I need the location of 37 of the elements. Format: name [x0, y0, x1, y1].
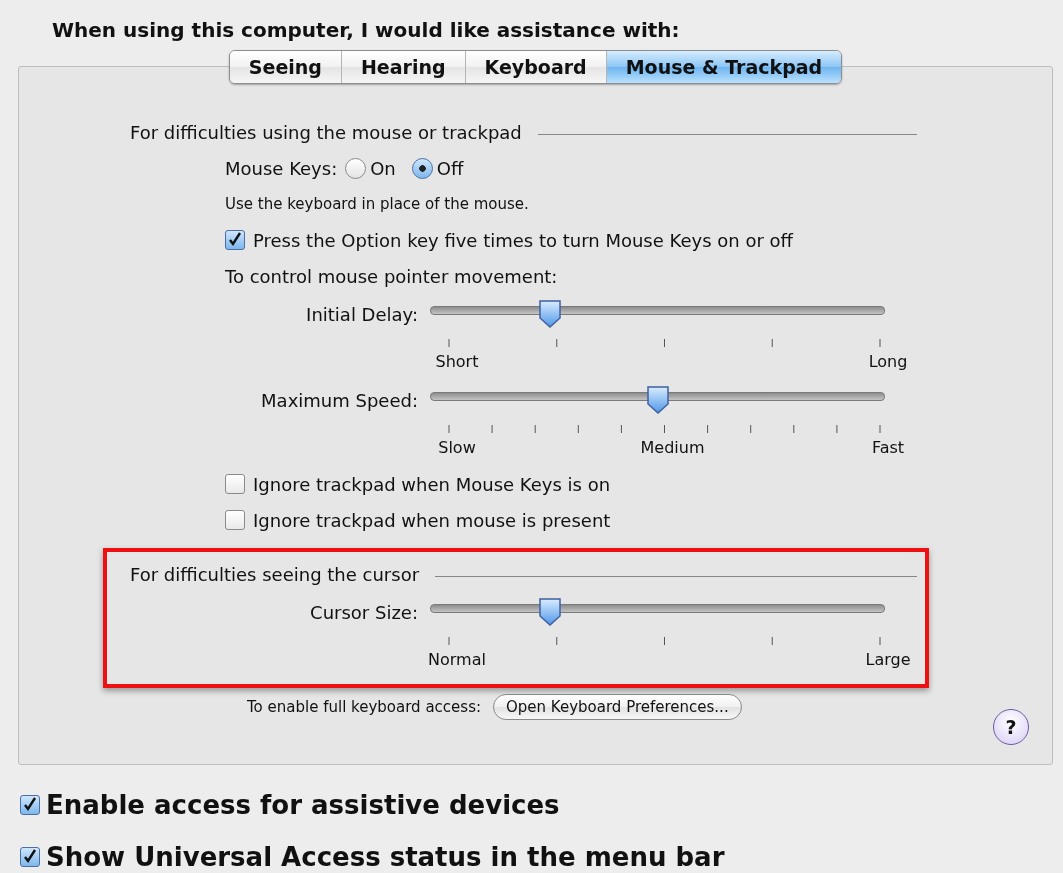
checkbox-label[interactable]: Ignore trackpad when mouse is present — [253, 509, 611, 531]
scale-label: Normal — [428, 650, 486, 669]
checkbox[interactable] — [225, 474, 245, 494]
checkbox[interactable] — [225, 230, 245, 250]
caption-text: To control mouse pointer movement: — [225, 265, 558, 287]
checkbox[interactable] — [20, 795, 40, 815]
option-label[interactable]: Show Universal Access status in the menu bar — [46, 842, 725, 872]
checkbox[interactable] — [20, 847, 40, 867]
scale-label: Short — [435, 352, 479, 371]
slider[interactable] — [430, 385, 885, 415]
scale-label: Fast — [871, 438, 905, 457]
section-title: For difficulties seeing the cursor — [130, 563, 420, 585]
section-title: For difficulties using the mouse or trackpad — [130, 121, 522, 143]
tab[interactable]: Hearing — [340, 51, 465, 83]
checkbox[interactable] — [225, 510, 245, 530]
radio-label[interactable]: On — [370, 157, 396, 179]
open-preferences-button[interactable]: Open Keyboard Preferences... — [493, 694, 742, 720]
scale-label: Long — [868, 352, 908, 371]
slider[interactable] — [430, 299, 885, 329]
slider-label: Maximum Speed: — [260, 389, 418, 411]
slider[interactable] — [430, 597, 885, 627]
scale-label: Large — [865, 650, 911, 669]
radio-label[interactable]: Off — [436, 157, 464, 179]
scale-label: Slow — [438, 438, 476, 457]
checkbox-label[interactable]: Press the Option key five times to turn Mouse Keys on or off — [253, 229, 793, 251]
option-label[interactable]: Enable access for assistive devices — [46, 790, 560, 820]
slider-label: Initial Delay: — [305, 303, 418, 325]
footer-label: To enable full keyboard access: — [247, 698, 481, 716]
checkbox-label[interactable]: Ignore trackpad when Mouse Keys is on — [253, 473, 611, 495]
tab[interactable]: Mouse & Trackpad — [605, 51, 842, 83]
slider-label: Cursor Size: — [309, 601, 418, 623]
tab[interactable]: Keyboard — [464, 51, 606, 83]
heading: When using this computer, I would like assistance with: — [51, 17, 681, 44]
hint-text: Use the keyboard in place of the mouse. — [225, 195, 529, 213]
radio-group-label: Mouse Keys: — [225, 157, 338, 179]
scale-label: Medium — [640, 438, 705, 457]
tab[interactable]: Seeing — [229, 51, 341, 83]
